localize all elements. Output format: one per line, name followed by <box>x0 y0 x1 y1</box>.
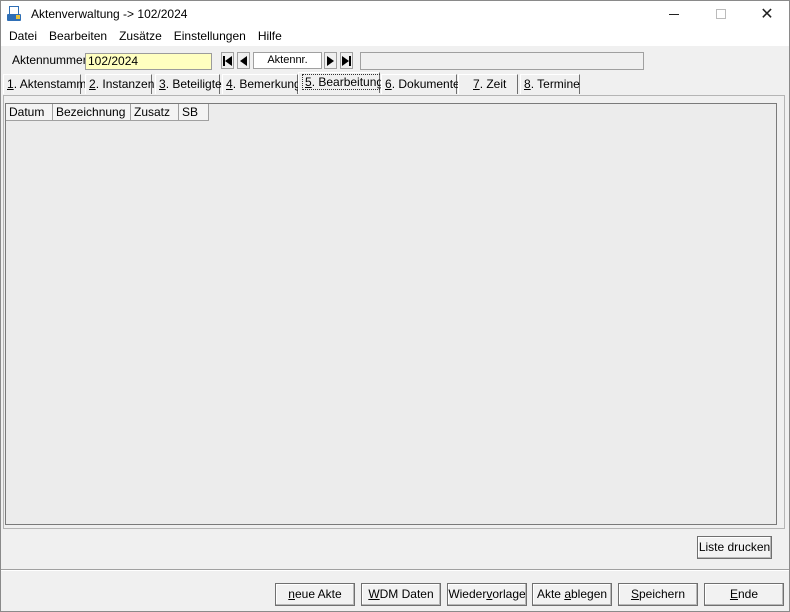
column-header-sb[interactable]: SB <box>179 104 209 121</box>
previous-record-button[interactable] <box>237 52 250 69</box>
speichern-button[interactable]: Speichern <box>618 583 698 606</box>
previous-record-icon <box>240 55 247 66</box>
close-icon: ✕ <box>760 4 774 23</box>
app-document-icon <box>7 6 23 22</box>
last-record-button[interactable] <box>340 52 353 69</box>
maximize-icon <box>716 9 726 19</box>
first-record-icon <box>223 55 232 66</box>
menu-einstellungen[interactable]: Einstellungen <box>168 27 252 46</box>
column-header-bezeichnung[interactable]: Bezeichnung <box>53 104 131 121</box>
tab-dokumente[interactable]: 6. Dokumente <box>381 74 460 94</box>
minimize-icon <box>669 13 679 15</box>
tab-bar: 1. Aktenstamm 2. Instanzen 3. Beteiligte… <box>3 72 789 94</box>
maximize-button[interactable] <box>698 1 744 27</box>
liste-drucken-button[interactable]: Liste drucken <box>697 536 772 559</box>
next-record-icon <box>327 55 334 66</box>
next-record-button[interactable] <box>324 52 337 69</box>
aktennummer-input[interactable]: 102/2024 <box>85 53 212 70</box>
menu-zusaetze[interactable]: Zusätze <box>113 27 168 46</box>
column-header-datum[interactable]: Datum <box>6 104 53 121</box>
minimize-button[interactable] <box>651 1 697 27</box>
neue-akte-button[interactable]: neue Akte <box>275 583 355 606</box>
bottom-separator-highlight <box>1 570 789 571</box>
main-window: Aktenverwaltung -> 102/2024 ✕ Datei Bear… <box>0 0 790 612</box>
last-record-icon <box>342 55 351 66</box>
record-navigator-label: Aktennr. <box>253 52 322 69</box>
wiedervorlage-button[interactable]: Wiedervorlage <box>447 583 527 606</box>
tab-bemerkung[interactable]: 4. Bemerkung <box>222 74 301 94</box>
tab-beteiligte[interactable]: 3. Beteiligte <box>155 74 222 94</box>
akte-ablegen-button[interactable]: Akte ablegen <box>532 583 612 606</box>
tab-termine[interactable]: 8. Termine <box>520 74 580 94</box>
close-button[interactable]: ✕ <box>744 1 790 27</box>
bearbeitung-list[interactable]: Datum Bezeichnung Zusatz SB <box>5 103 777 525</box>
first-record-button[interactable] <box>221 52 234 69</box>
menu-datei[interactable]: Datei <box>3 27 43 46</box>
column-header-zusatz[interactable]: Zusatz <box>131 104 179 121</box>
list-header: Datum Bezeichnung Zusatz SB <box>6 104 209 121</box>
menu-hilfe[interactable]: Hilfe <box>252 27 288 46</box>
tab-instanzen[interactable]: 2. Instanzen <box>85 74 154 94</box>
window-title: Aktenverwaltung -> 102/2024 <box>31 7 188 21</box>
aktennummer-label: Aktennummer : <box>12 53 94 67</box>
ende-button[interactable]: Ende <box>704 583 784 606</box>
tab-bearbeitung[interactable]: 5. Bearbeitung <box>298 72 387 93</box>
status-field <box>360 52 644 70</box>
tab-zeit[interactable]: 7. Zeit <box>458 74 518 94</box>
menu-bar: Datei Bearbeiten Zusätze Einstellungen H… <box>1 27 789 46</box>
tab-aktenstamm[interactable]: 1. Aktenstamm <box>3 74 86 94</box>
menu-bearbeiten[interactable]: Bearbeiten <box>43 27 113 46</box>
title-bar: Aktenverwaltung -> 102/2024 ✕ <box>1 1 789 27</box>
wdm-daten-button[interactable]: WDM Daten <box>361 583 441 606</box>
